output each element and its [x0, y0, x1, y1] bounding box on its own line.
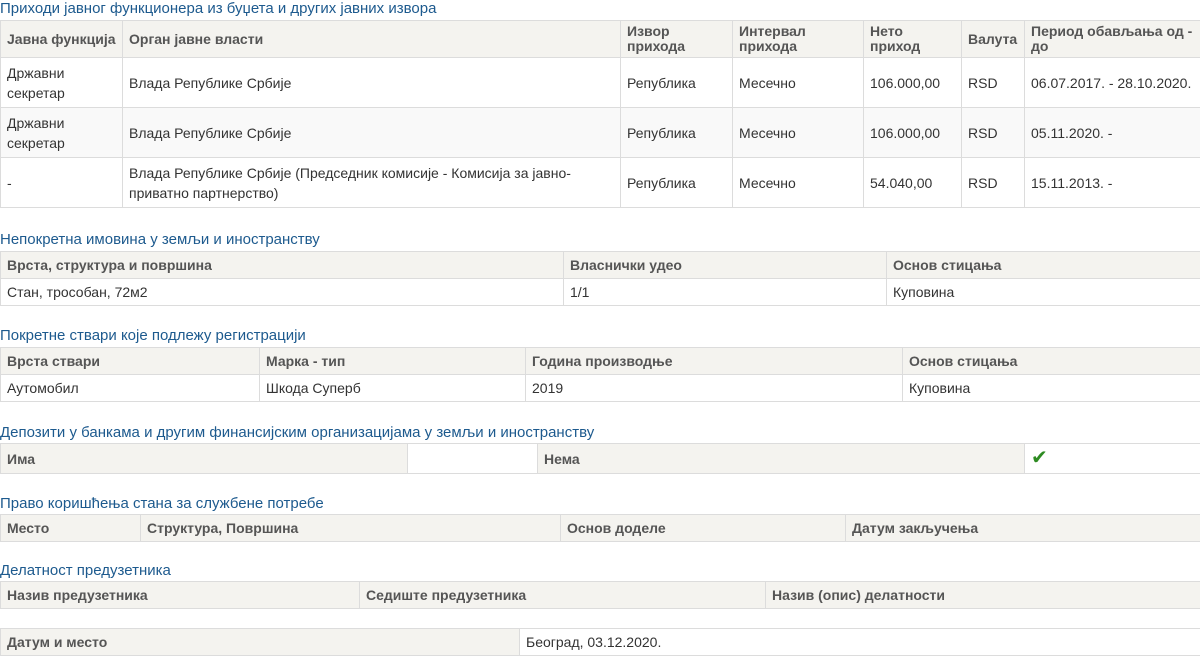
table-cell: 106.000,00 [864, 108, 962, 158]
deposits-section: Депозити у банкама и другим финансијским… [0, 424, 1200, 474]
column-header: Период обављања од - до [1025, 21, 1200, 58]
table-cell: Шкода Суперб [260, 375, 526, 402]
table-cell: 1/1 [564, 279, 887, 306]
table-cell: Аутомобил [1, 375, 260, 402]
table-cell: Република [621, 58, 733, 108]
date-place-row: Датум и место Београд, 03.12.2020. [1, 629, 1200, 656]
column-header: Назив предузетника [1, 582, 360, 609]
table-cell: RSD [962, 158, 1025, 208]
table-cell: 05.11.2020. - [1025, 108, 1200, 158]
table-cell: - [1, 158, 123, 208]
date-place-table: Датум и место Београд, 03.12.2020. [0, 628, 1200, 656]
table-cell: Куповина [887, 279, 1200, 306]
vehicles-title: Покретне ствари које подлежу регистрациј… [0, 327, 1200, 345]
has-deposits-label: Има [1, 444, 408, 474]
vehicles-section: Покретне ствари које подлежу регистрациј… [0, 327, 1200, 402]
table-cell: 106.000,00 [864, 58, 962, 108]
table-cell: Влада Републике Србије [123, 108, 621, 158]
column-header: Основ стицања [903, 348, 1200, 375]
column-header: Основ стицања [887, 252, 1200, 279]
vehicles-table: Врста ствари Марка - тип Година производ… [0, 347, 1200, 402]
table-row: Државни секретар Влада Републике Србије … [1, 58, 1200, 108]
has-deposits-value [408, 444, 538, 474]
column-header: Структура, Површина [141, 515, 561, 542]
table-row: Стан, трособан, 72м2 1/1 Куповина [1, 279, 1200, 306]
vehicles-header-row: Врста ствари Марка - тип Година производ… [1, 348, 1200, 375]
real-estate-title: Непокретна имовина у земљи и иностранств… [0, 231, 1200, 249]
table-cell: Стан, трособан, 72м2 [1, 279, 564, 306]
column-header: Нето приход [864, 21, 962, 58]
column-header: Врста ствари [1, 348, 260, 375]
column-header: Седиште предузетника [360, 582, 766, 609]
deposits-table: Има Нема ✔ [0, 443, 1200, 474]
deposits-row: Има Нема ✔ [1, 444, 1200, 474]
table-cell: RSD [962, 58, 1025, 108]
housing-title: Право коришћења стана за службене потреб… [0, 495, 1200, 513]
date-place-label: Датум и место [1, 629, 520, 656]
date-place-value: Београд, 03.12.2020. [520, 629, 1200, 656]
table-cell: Влада Републике Србије [123, 58, 621, 108]
column-header: Интервал прихода [733, 21, 864, 58]
table-cell: Република [621, 158, 733, 208]
housing-section: Право коришћења стана за службене потреб… [0, 495, 1200, 542]
table-cell: RSD [962, 108, 1025, 158]
table-cell: 54.040,00 [864, 158, 962, 208]
housing-table: Место Структура, Површина Основ доделе Д… [0, 514, 1200, 542]
table-cell: 2019 [526, 375, 903, 402]
column-header: Година производње [526, 348, 903, 375]
checkmark-icon: ✔ [1031, 447, 1048, 469]
column-header: Врста, структура и површина [1, 252, 564, 279]
column-header: Назив (опис) делатности [766, 582, 1200, 609]
table-cell: Република [621, 108, 733, 158]
real-estate-section: Непокретна имовина у земљи и иностранств… [0, 231, 1200, 306]
entrepreneur-title: Делатност предузетника [0, 562, 1200, 580]
table-row: Државни секретар Влада Републике Србије … [1, 108, 1200, 158]
income-title: Приходи јавног функционера из буџета и д… [0, 0, 1200, 18]
housing-header-row: Место Структура, Површина Основ доделе Д… [1, 515, 1200, 542]
column-header: Датум закључења [846, 515, 1200, 542]
table-row: Аутомобил Шкода Суперб 2019 Куповина [1, 375, 1200, 402]
no-deposits-value: ✔ [1025, 444, 1200, 474]
table-row: - Влада Републике Србије (Председник ком… [1, 158, 1200, 208]
entrepreneur-header-row: Назив предузетника Седиште предузетника … [1, 582, 1200, 609]
table-cell: Куповина [903, 375, 1200, 402]
table-cell: Месечно [733, 58, 864, 108]
deposits-title: Депозити у банкама и другим финансијским… [0, 424, 1200, 442]
table-cell: 15.11.2013. - [1025, 158, 1200, 208]
date-place-section: Датум и место Београд, 03.12.2020. [0, 628, 1200, 656]
table-cell: 06.07.2017. - 28.10.2020. [1025, 58, 1200, 108]
table-cell: Месечно [733, 158, 864, 208]
real-estate-table: Врста, структура и површина Власнички уд… [0, 251, 1200, 306]
income-header-row: Јавна функција Орган јавне власти Извор … [1, 21, 1200, 58]
table-cell: Државни секретар [1, 108, 123, 158]
column-header: Место [1, 515, 141, 542]
column-header: Орган јавне власти [123, 21, 621, 58]
entrepreneur-table: Назив предузетника Седиште предузетника … [0, 581, 1200, 609]
income-table: Јавна функција Орган јавне власти Извор … [0, 20, 1200, 208]
real-estate-header-row: Врста, структура и површина Власнички уд… [1, 252, 1200, 279]
table-cell: Државни секретар [1, 58, 123, 108]
column-header: Валута [962, 21, 1025, 58]
income-section: Приходи јавног функционера из буџета и д… [0, 0, 1200, 208]
column-header: Марка - тип [260, 348, 526, 375]
entrepreneur-section: Делатност предузетника Назив предузетник… [0, 562, 1200, 609]
column-header: Извор прихода [621, 21, 733, 58]
column-header: Основ доделе [561, 515, 846, 542]
no-deposits-label: Нема [538, 444, 1025, 474]
column-header: Власнички удео [564, 252, 887, 279]
column-header: Јавна функција [1, 21, 123, 58]
table-cell: Влада Републике Србије (Председник комис… [123, 158, 621, 208]
table-cell: Месечно [733, 108, 864, 158]
